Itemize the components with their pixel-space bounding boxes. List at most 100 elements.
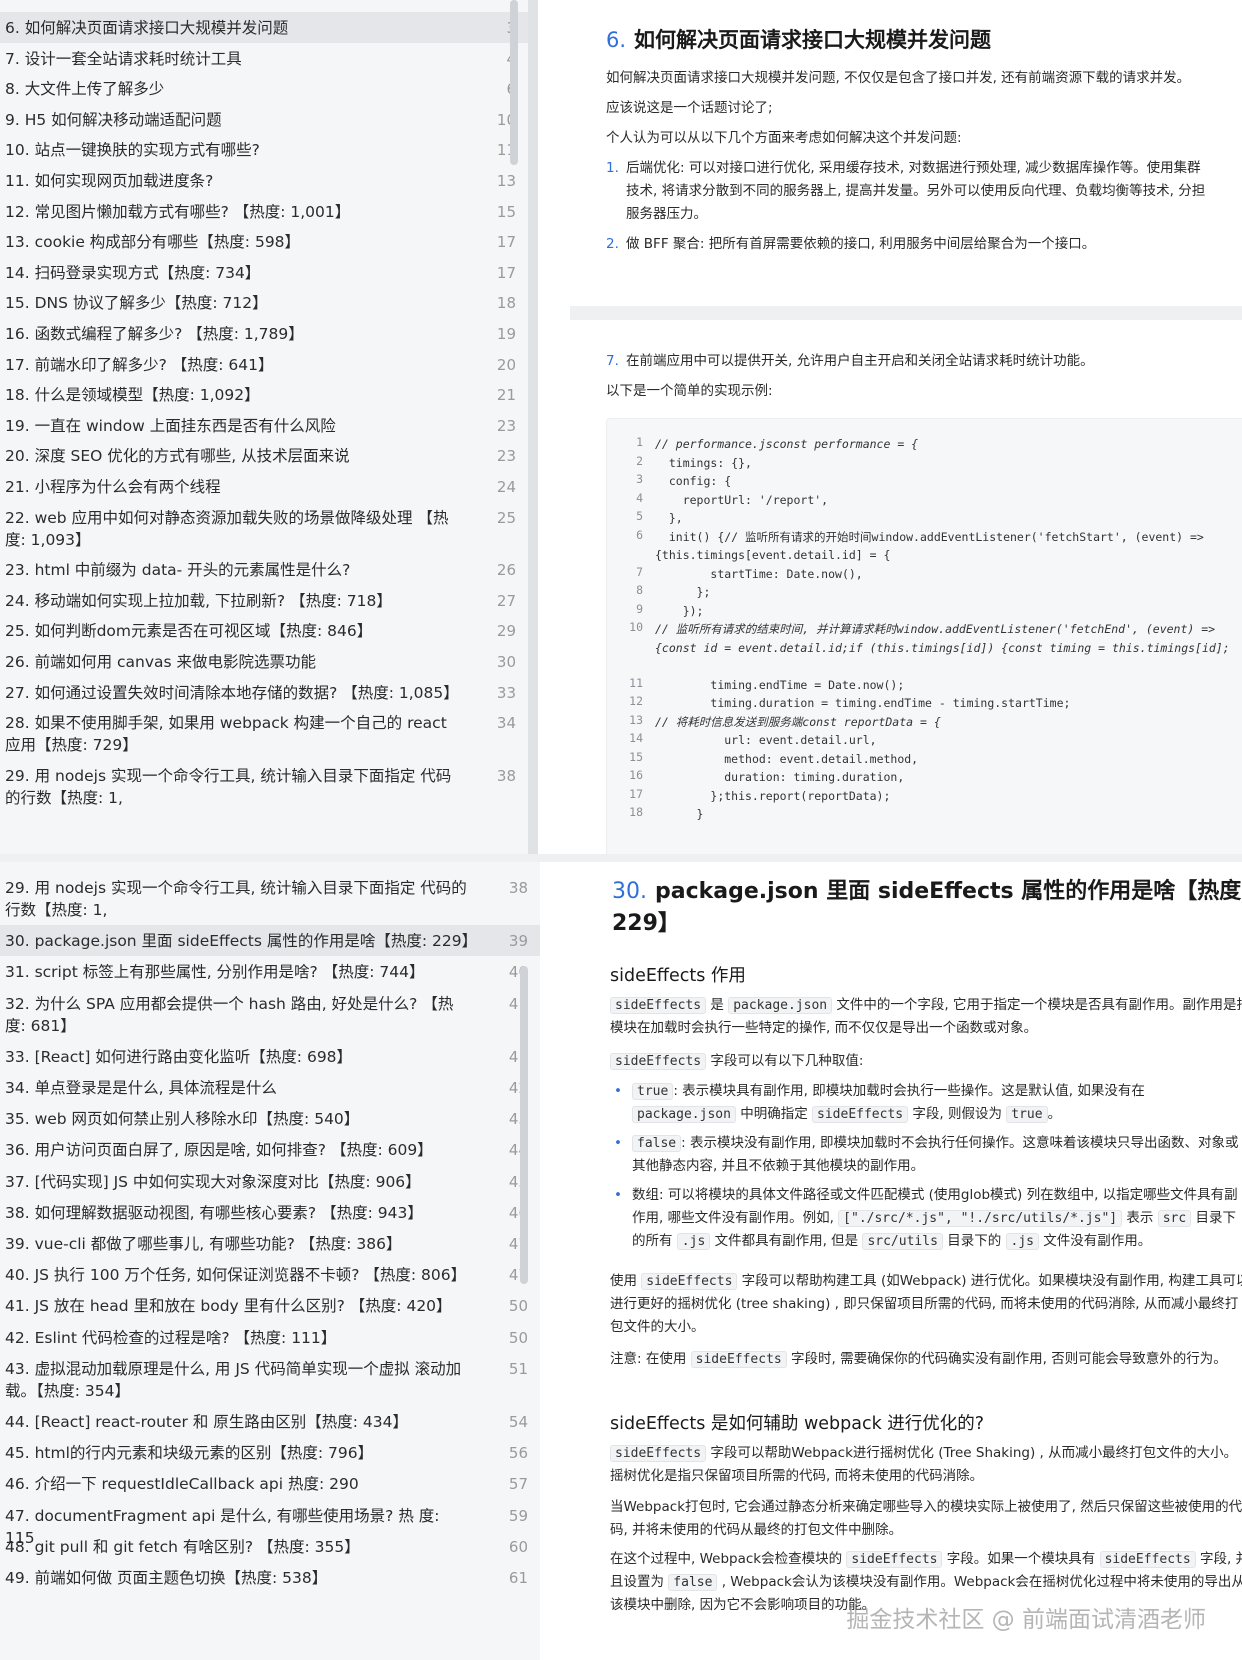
code-line: 1 // performance.jsconst performance = { (607, 435, 1242, 454)
toc-item[interactable]: 15. DNS 协议了解多少【热度: 712】 18 (0, 287, 528, 318)
toc-item[interactable]: 30. package.json 里面 sideEffects 属性的作用是啥【… (0, 925, 540, 957)
code-block: 1 // performance.jsconst performance = { 2… (606, 418, 1242, 854)
toc-item-label: 46. 介绍一下 requestIdleCallback api 热度: 290 (5, 1475, 359, 1494)
paragraph: 当Webpack打包时, 它会通过静态分析来确定哪些导入的模块实际上被使用了, … (610, 1499, 1242, 1538)
toc-item-label: 10. 站点一键换肤的实现方式有哪些? (5, 141, 260, 160)
toc-item-page: 23 (496, 416, 516, 435)
toc-item[interactable]: 38. 如何理解数据驱动视图, 有哪些核心要素? 【热度: 943】 46 (0, 1197, 540, 1228)
list-number: 7. (606, 353, 619, 369)
toc-item[interactable]: 16. 函数式编程了解多少? 【热度: 1,789】 19 (0, 318, 528, 349)
toc-item[interactable]: 29. 用 nodejs 实现一个命令行工具, 统计输入目录下面指定 代码的行数… (0, 760, 528, 813)
text: 注意: 在使用 (610, 1351, 691, 1367)
text: : 表示模块具有副作用, 即模块加载时会执行一些操作。这是默认值, 如果没有在 (673, 1083, 1145, 1099)
toc-item-page: 13 (496, 172, 516, 190)
toc-item[interactable]: 48. git pull 和 git fetch 有啥区别? 【热度: 355】… (0, 1531, 540, 1562)
toc-item[interactable]: 20. 深度 SEO 优化的方式有哪些, 从技术层面来说 23 (0, 440, 528, 471)
toc-item[interactable]: 31. script 标签上有那些属性, 分别作用是啥? 【热度: 744】 40 (0, 956, 540, 987)
toc-item[interactable]: 27. 如何通过设置失效时间清除本地存储的数据? 【热度: 1,085】 33 (0, 677, 528, 708)
toc-item[interactable]: 25. 如何判断dom元素是否在可视区域【热度: 846】 29 (0, 615, 528, 646)
paragraph: 注意: 在使用 sideEffects 字段时, 需要确保你的代码确实没有副作用… (610, 1348, 1242, 1371)
bullet-dot: • (614, 1083, 622, 1099)
code-text: duration: timing.duration, (655, 770, 905, 784)
toc-item[interactable]: 34. 单点登录是是什么, 具体流程是什么 42 (0, 1072, 540, 1103)
list-item: 7. 在前端应用中可以提供开关, 允许用户自主开启和关闭全站请求耗时统计功能。 (606, 350, 1206, 373)
toc-item[interactable]: 14. 扫码登录实现方式【热度: 734】 17 (0, 257, 528, 288)
article-section-7-code: 7. 在前端应用中可以提供开关, 允许用户自主开启和关闭全站请求耗时统计功能。 … (570, 320, 1242, 854)
toc-item[interactable]: 24. 移动端如何实现上拉加载, 下拉刷新? 【热度: 718】 27 (0, 585, 528, 616)
code-text: };this.report(reportData); (655, 788, 891, 803)
toc-item-label: 23. html 中前缀为 data- 开头的元素属性是什么? (5, 561, 351, 580)
section-heading-30: 30. package.json 里面 sideEffects 属性的作用是啥【热… (612, 876, 1242, 940)
toc-item[interactable]: 18. 什么是领域模型【热度: 1,092】 21 (0, 379, 528, 410)
toc-item[interactable]: 35. web 网页如何禁止别人移除水印【热度: 540】 43 (0, 1103, 540, 1134)
toc-item[interactable]: 28. 如果不使用脚手架, 如果用 webpack 构建一个自己的 react … (0, 707, 528, 760)
toc-item[interactable]: 36. 用户访问页面白屏了, 原因是啥, 如何排查? 【热度: 609】 44 (0, 1134, 540, 1165)
toc-item-label: 30. package.json 里面 sideEffects 属性的作用是啥【… (5, 932, 478, 951)
toc-item[interactable]: 26. 前端如何用 canvas 来做电影院选票功能 30 (0, 646, 528, 677)
toc-item[interactable]: 46. 介绍一下 requestIdleCallback api 热度: 290… (0, 1468, 540, 1499)
toc-item[interactable]: 40. JS 执行 100 万个任务, 如何保证浏览器不卡顿? 【热度: 806… (0, 1259, 540, 1290)
toc-item-label: 43. 虚拟混动加载原理是什么, 用 JS 代码简单实现一个虚拟 滚动加载。【热… (5, 1359, 462, 1400)
code-line: 12 timing.duration = timing.endTime - ti… (607, 694, 1242, 713)
toc-item[interactable]: 42. Eslint 代码检查的过程是啥? 【热度: 111】 50 (0, 1322, 540, 1353)
toc-item-label: 7. 设计一套全站请求耗时统计工具 (5, 49, 242, 68)
toc-item-page: 20 (496, 355, 516, 374)
line-number: 9 (636, 601, 643, 616)
code-line: 2 timings: {}, (607, 454, 1242, 473)
toc-item[interactable]: 29. 用 nodejs 实现一个命令行工具, 统计输入目录下面指定 代码的行数… (0, 872, 540, 925)
toc-item[interactable]: 17. 前端水印了解多少? 【热度: 641】 20 (0, 349, 528, 380)
toc-item[interactable]: 37. [代码实现] JS 中如何实现大对象深度对比【热度: 906】 45 (0, 1166, 540, 1197)
line-number: 8 (636, 583, 643, 597)
code-text: // performance.jsconst performance = { (655, 437, 919, 451)
toc-item-page: 23 (496, 447, 516, 466)
text: 目录下的 (942, 1233, 1006, 1249)
line-number: 1 (636, 435, 643, 449)
toc-item-page: 60 (508, 1537, 528, 1556)
toc-item-label: 21. 小程序为什么会有两个线程 (5, 478, 221, 496)
toc-item-page: 61 (508, 1569, 528, 1587)
inline-code: true (1006, 1106, 1048, 1123)
inline-code: ["./src/*.js", "!./src/utils/*.js"] (838, 1210, 1123, 1227)
inline-code: sideEffects (1099, 1551, 1196, 1568)
article-section-6: 6. 如何解决页面请求接口大规模并发问题 如何解决页面请求接口大规模并发问题, 不… (570, 0, 1242, 306)
toc-scrollbar-top[interactable] (510, 0, 518, 165)
toc-item[interactable]: 9. H5 如何解决移动端适配问题 10 (0, 104, 528, 135)
toc-item[interactable]: 6. 如何解决页面请求接口大规模并发问题3 (0, 12, 528, 43)
toc-item[interactable]: 11. 如何实现网页加载进度条? 13 (0, 165, 528, 196)
code-line: 18 } (607, 805, 1242, 824)
code-text: method: event.detail.method, (655, 751, 919, 766)
toc-item[interactable]: 13. cookie 构成部分有哪些【热度: 598】 17 (0, 226, 528, 257)
toc-item[interactable]: 10. 站点一键换肤的实现方式有哪些? 11 (0, 134, 528, 165)
toc-item[interactable]: 22. web 应用中如何对静态资源加载失败的场景做降级处理 【热度: 1,09… (0, 502, 528, 555)
toc-item[interactable]: 23. html 中前缀为 data- 开头的元素属性是什么? 26 (0, 554, 528, 585)
line-number: 4 (636, 490, 643, 505)
toc-item[interactable]: 7. 设计一套全站请求耗时统计工具4 (0, 43, 528, 74)
code-line: 5 }, (607, 509, 1242, 528)
code-line: 13 // 将耗时信息发送到服务端const reportData = { (607, 713, 1242, 732)
toc-item-page: 27 (496, 591, 516, 610)
toc-item[interactable]: 19. 一直在 window 上面挂东西是否有什么风险 23 (0, 410, 528, 441)
toc-item[interactable]: 41. JS 放在 head 里和放在 body 里有什么区别? 【热度: 42… (0, 1290, 540, 1321)
text: : 表示模块没有副作用, 即模块加载时不会执行任何操作。这意味着该模块只导出函数… (632, 1135, 1239, 1174)
text: 是 (706, 997, 729, 1013)
toc-item[interactable]: 12. 常见图片懒加载方式有哪些? 【热度: 1,001】 15 (0, 196, 528, 227)
line-number: 7 (636, 564, 643, 579)
toc-item[interactable]: 44. [React] react-router 和 原生路由区别【热度: 43… (0, 1406, 540, 1437)
toc-item[interactable]: 43. 虚拟混动加载原理是什么, 用 JS 代码简单实现一个虚拟 滚动加载。【热… (0, 1353, 540, 1406)
toc-item[interactable]: 21. 小程序为什么会有两个线程 24 (0, 471, 528, 502)
text: 字段可以有以下几种取值: (706, 1053, 864, 1069)
toc-scrollbar-bottom[interactable] (520, 966, 528, 1284)
toc-item[interactable]: 45. html的行内元素和块级元素的区别【热度: 796】 56 (0, 1437, 540, 1468)
section-title: package.json 里面 sideEffects 属性的作用是啥【热度: … (612, 879, 1242, 936)
toc-item-page: 38 (508, 879, 528, 897)
toc-item[interactable]: 8. 大文件上传了解多少6 (0, 73, 528, 104)
inline-code: src/utils (862, 1233, 943, 1250)
toc-item[interactable]: 49. 前端如何做 页面主题色切换【热度: 538】 61 (0, 1562, 540, 1593)
toc-item[interactable]: 33. [React] 如何进行路由变化监听【热度: 698】 41 (0, 1041, 540, 1072)
toc-item[interactable]: 39. vue-cli 都做了哪些事儿, 有哪些功能? 【热度: 386】 47 (0, 1228, 540, 1259)
code-line: 17 };this.report(reportData); (607, 787, 1242, 806)
toc-item[interactable]: 32. 为什么 SPA 应用都会提供一个 hash 路由, 好处是什么? 【热度… (0, 988, 540, 1041)
watermark: 掘金技术社区 @ 前端面试清酒老师 (846, 1607, 1206, 1633)
toc-item[interactable]: 47. documentFragment api 是什么, 有哪些使用场景? 热… (0, 1500, 540, 1547)
code-text: init() {// 监听所有请求的开始时间window.addEventLis… (655, 529, 1211, 563)
